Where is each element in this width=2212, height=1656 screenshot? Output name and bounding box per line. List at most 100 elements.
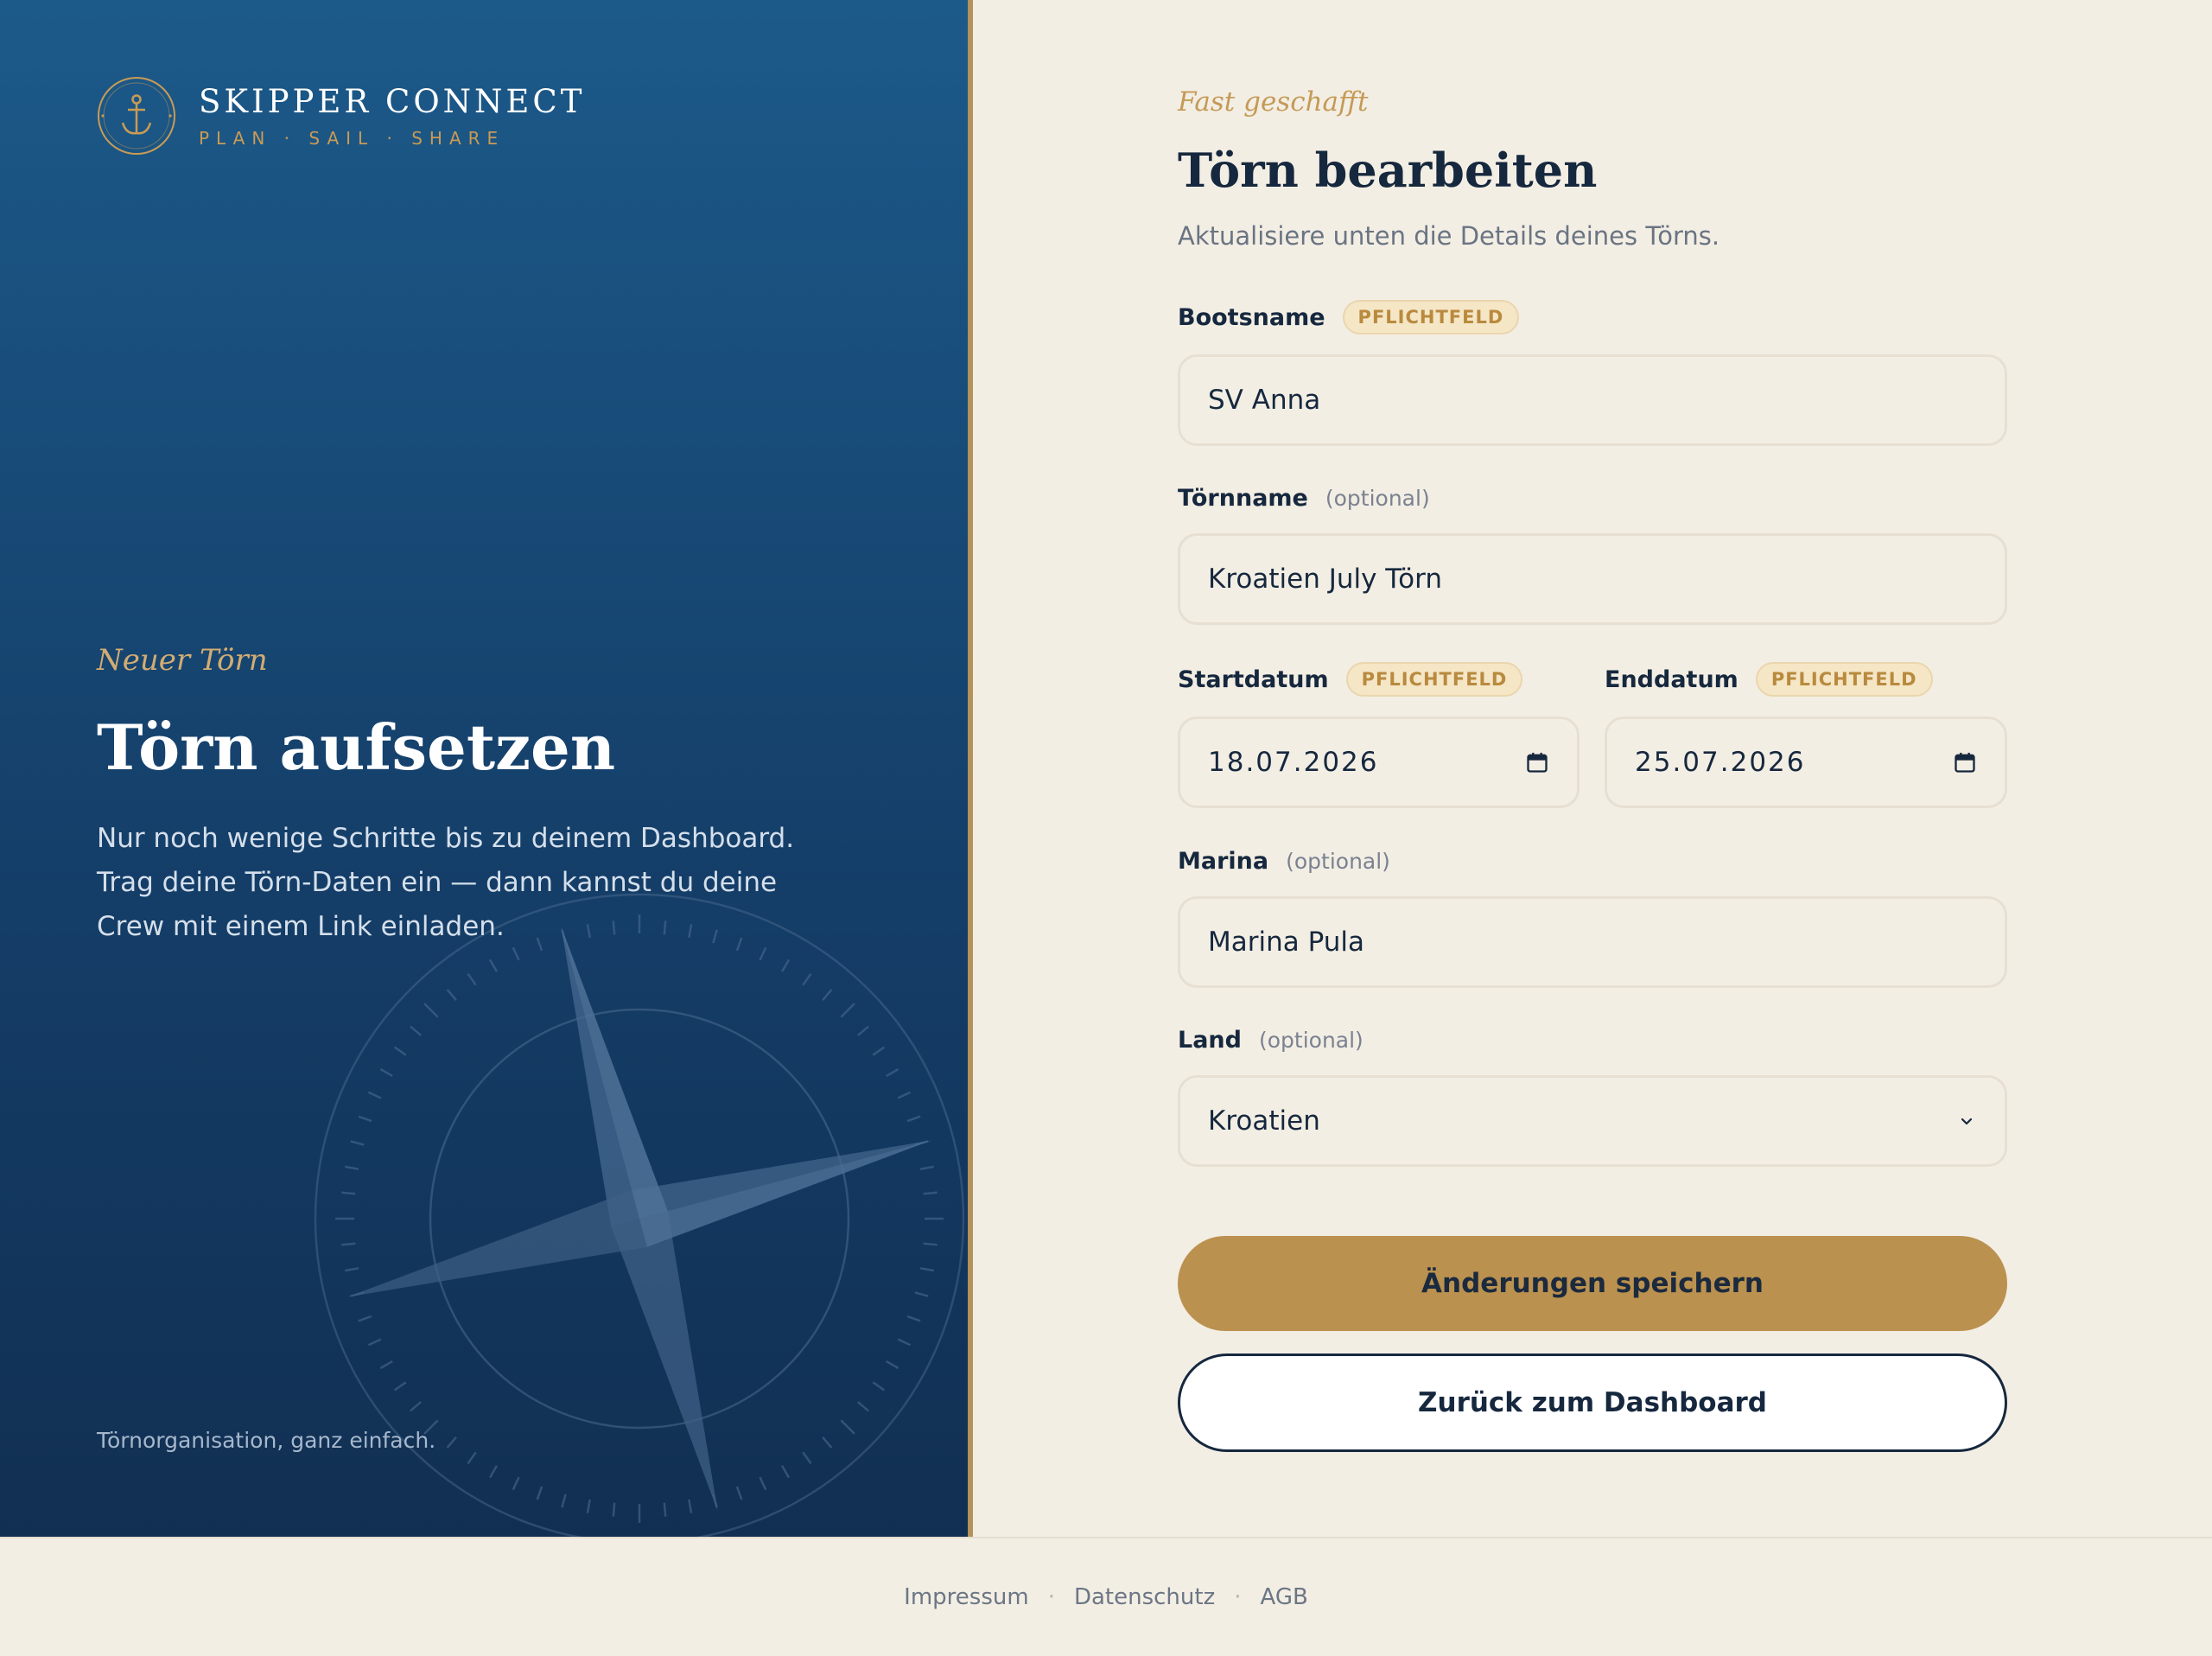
compass-tick xyxy=(780,959,791,972)
optional-hint: (optional) xyxy=(1258,1027,1363,1053)
footer-link-datenschutz[interactable]: Datenschutz xyxy=(1074,1584,1215,1610)
form-eyebrow: Fast geschafft xyxy=(1178,86,1369,118)
boat-name-label-row: Bootsname PFLICHTFELD xyxy=(1178,298,1520,336)
compass-tick xyxy=(886,1067,899,1078)
compass-tick xyxy=(561,1494,567,1508)
trip-name-input[interactable]: Kroatien July Törn xyxy=(1178,533,2007,625)
compass-tick xyxy=(822,989,833,1002)
marina-input[interactable]: Marina Pula xyxy=(1178,896,2007,988)
start-date-label-row: Startdatum PFLICHTFELD xyxy=(1178,660,1523,698)
compass-tick xyxy=(467,1451,477,1465)
required-badge: PFLICHTFELD xyxy=(1755,662,1933,697)
compass-tick xyxy=(886,1360,899,1370)
compass-tick xyxy=(759,1476,767,1491)
compass-tick xyxy=(802,1451,812,1465)
compass-tick xyxy=(341,1242,356,1246)
form-title: Törn bearbeiten xyxy=(1178,143,1598,198)
compass-tick xyxy=(467,972,477,986)
form-subtitle: Aktualisiere unten die Details deines Tö… xyxy=(1178,221,1720,251)
compass-tick xyxy=(856,1025,869,1036)
brand-tagline: PLAN · SAIL · SHARE xyxy=(199,128,505,149)
compass-tick xyxy=(358,1115,372,1123)
compass-tick xyxy=(367,1091,382,1099)
marina-label: Marina xyxy=(1178,847,1269,875)
compass-tick xyxy=(897,1091,912,1099)
compass-tick xyxy=(872,1381,886,1392)
compass-tick xyxy=(345,1267,359,1272)
trip-name-label-row: Törnname (optional) xyxy=(1178,479,1430,517)
hero-description: Nur noch wenige Schritte bis zu deinem D… xyxy=(97,823,795,942)
trip-name-label: Törnname xyxy=(1178,484,1308,512)
end-date-label: Enddatum xyxy=(1605,666,1738,693)
footer-link-impressum[interactable]: Impressum xyxy=(904,1584,1029,1610)
marina-value: Marina Pula xyxy=(1208,927,1365,958)
save-changes-button[interactable]: Änderungen speichern xyxy=(1178,1236,2007,1331)
compass-tick xyxy=(759,946,767,961)
required-badge: PFLICHTFELD xyxy=(1345,662,1523,697)
footer-link-agb[interactable]: AGB xyxy=(1260,1584,1307,1610)
brand[interactable]: SKIPPER CONNECT PLAN · SAIL · SHARE xyxy=(97,76,585,156)
compass-tick xyxy=(856,1401,869,1412)
boat-name-label: Bootsname xyxy=(1178,303,1325,331)
compass-tick xyxy=(735,1486,743,1500)
compass-tick xyxy=(423,1003,439,1018)
compass-tick xyxy=(341,1191,356,1195)
compass-tick xyxy=(923,1191,938,1195)
hero-panel: SKIPPER CONNECT PLAN · SAIL · SHARE Neue… xyxy=(0,0,968,1537)
country-label: Land xyxy=(1178,1026,1242,1054)
compass-tick xyxy=(345,1165,359,1170)
footer-separator: · xyxy=(1234,1584,1242,1610)
compass-tick xyxy=(612,1502,616,1517)
compass-tick xyxy=(872,1046,886,1056)
compass-tick xyxy=(688,1499,693,1513)
compass-tick xyxy=(914,1291,929,1297)
compass-tick xyxy=(536,1486,543,1500)
boat-name-input[interactable]: SV Anna xyxy=(1178,354,2007,446)
calendar-icon[interactable] xyxy=(1953,750,1977,774)
start-date-value: 18.07.2026 xyxy=(1208,747,1379,778)
calendar-icon[interactable] xyxy=(1525,750,1549,774)
hero-eyebrow: Neuer Törn xyxy=(97,643,268,678)
compass-tick xyxy=(379,1067,393,1078)
country-select[interactable]: Kroatien xyxy=(1178,1075,2007,1167)
compass-tick xyxy=(350,1140,365,1146)
compass-tick xyxy=(586,1499,591,1513)
boat-name-value: SV Anna xyxy=(1208,385,1321,416)
compass-tick xyxy=(840,1003,855,1018)
end-date-input[interactable]: 25.07.2026 xyxy=(1605,717,2007,808)
compass-tick xyxy=(923,1242,938,1246)
compass-tick xyxy=(897,1338,912,1347)
panel-divider xyxy=(968,0,973,1537)
start-date-label: Startdatum xyxy=(1178,666,1329,693)
compass-tick xyxy=(358,1315,372,1322)
optional-hint: (optional) xyxy=(1286,848,1390,874)
compass-tick xyxy=(446,989,457,1002)
anchor-logo-icon xyxy=(98,77,175,155)
compass-tick xyxy=(802,972,812,986)
optional-hint: (optional) xyxy=(1325,485,1430,511)
brand-name: SKIPPER CONNECT xyxy=(199,83,586,120)
end-date-label-row: Enddatum PFLICHTFELD xyxy=(1605,660,1933,698)
compass-tick xyxy=(780,1465,791,1479)
compass-tick xyxy=(919,1165,934,1170)
hero-title: Törn aufsetzen xyxy=(97,710,616,784)
page: SKIPPER CONNECT PLAN · SAIL · SHARE Neue… xyxy=(0,0,2212,1656)
compass-tick xyxy=(822,1436,833,1449)
compass-tick xyxy=(840,1419,855,1435)
compass-tick xyxy=(367,1338,382,1347)
compass-tick xyxy=(410,1401,423,1412)
compass-tick xyxy=(379,1360,393,1370)
compass-tick xyxy=(393,1046,407,1056)
compass-tick xyxy=(906,1115,921,1123)
back-to-dashboard-button[interactable]: Zurück zum Dashboard xyxy=(1178,1353,2007,1452)
compass-tick xyxy=(488,1465,499,1479)
trip-name-value: Kroatien July Törn xyxy=(1208,564,1442,595)
compass-tick xyxy=(663,1502,667,1517)
start-date-input[interactable]: 18.07.2026 xyxy=(1178,717,1580,808)
compass-tick xyxy=(906,1315,921,1322)
footer-separator: · xyxy=(1047,1584,1055,1610)
compass-tick xyxy=(919,1267,934,1272)
marina-label-row: Marina (optional) xyxy=(1178,842,1390,880)
footer: Impressum · Datenschutz · AGB xyxy=(0,1537,2212,1656)
country-label-row: Land (optional) xyxy=(1178,1021,1363,1059)
